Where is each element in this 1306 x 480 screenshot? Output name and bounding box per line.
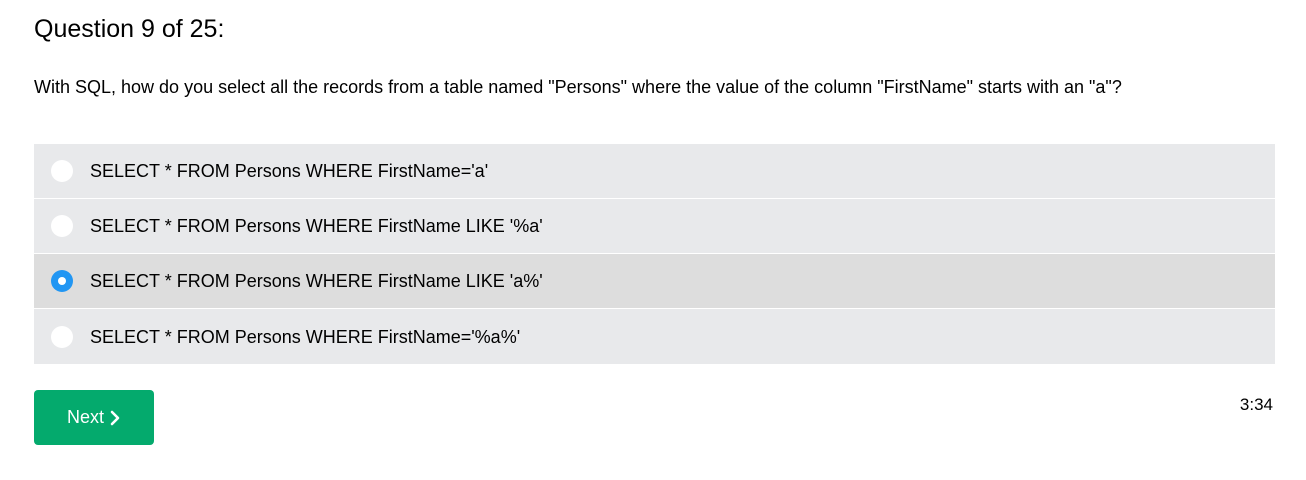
answer-option-label: SELECT * FROM Persons WHERE FirstName='a… — [90, 161, 489, 181]
answer-option[interactable]: SELECT * FROM Persons WHERE FirstName='a… — [34, 144, 1275, 199]
question-text: With SQL, how do you select all the reco… — [34, 77, 1122, 97]
question-title: Question 9 of 25: — [34, 15, 225, 43]
answer-option[interactable]: SELECT * FROM Persons WHERE FirstName LI… — [34, 199, 1275, 254]
next-button-label: Next — [66, 407, 104, 427]
quiz-timer: 3:34 — [1239, 395, 1273, 414]
answer-option-label: SELECT * FROM Persons WHERE FirstName LI… — [90, 271, 543, 291]
radio-button[interactable] — [51, 215, 73, 237]
radio-button[interactable] — [51, 160, 73, 182]
quiz-page: Question 9 of 25: With SQL, how do you s… — [0, 0, 1306, 480]
next-button[interactable]: Next — [34, 390, 154, 445]
chevron-right-icon — [110, 410, 120, 425]
answer-option[interactable]: SELECT * FROM Persons WHERE FirstName LI… — [34, 254, 1275, 309]
answer-option-label: SELECT * FROM Persons WHERE FirstName='%… — [90, 326, 521, 347]
radio-button[interactable] — [51, 270, 73, 292]
radio-button[interactable] — [51, 325, 73, 348]
answer-options: SELECT * FROM Persons WHERE FirstName='a… — [34, 144, 1275, 364]
answer-option[interactable]: SELECT * FROM Persons WHERE FirstName='%… — [34, 309, 1275, 364]
answer-option-label: SELECT * FROM Persons WHERE FirstName LI… — [90, 216, 543, 236]
